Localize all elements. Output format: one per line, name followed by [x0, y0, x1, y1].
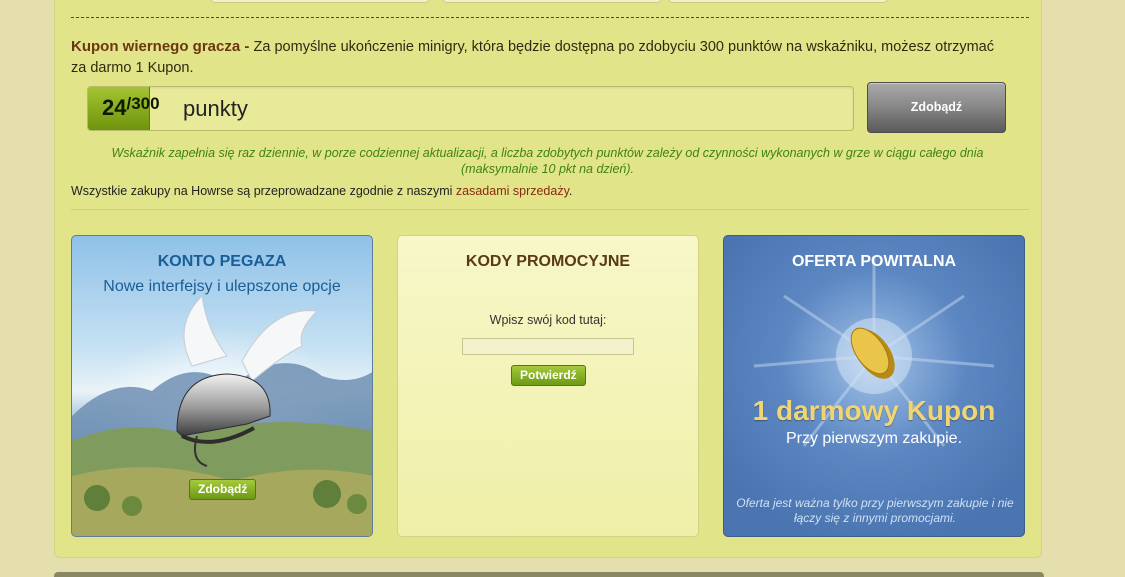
tab-stub-3[interactable]	[668, 0, 888, 3]
sales-terms-prefix: Wszystkie zakupy na Howrse są przeprowad…	[71, 184, 456, 198]
title-separator: -	[240, 38, 254, 55]
points-counter: 24/300	[102, 94, 160, 121]
bottom-panel-edge	[54, 572, 1044, 577]
sales-terms-text: Wszystkie zakupy na Howrse są przeprowad…	[71, 184, 572, 198]
pegasus-card-title: KONTO PEGAZA	[157, 253, 287, 270]
promo-codes-card: KODY PROMOCYJNE Wpisz swój kod tutaj: Po…	[397, 235, 699, 537]
points-current: 24	[102, 95, 127, 120]
loyalty-coupon-title: Kupon wiernego gracza	[71, 38, 241, 55]
sales-terms-link[interactable]: zasadami sprzedaży	[456, 184, 569, 198]
offer-terms-note: Oferta jest ważna tylko przy pierwszym z…	[736, 496, 1014, 525]
section-divider	[71, 209, 1029, 210]
promo-code-label: Wpisz swój kod tutaj:	[489, 313, 607, 327]
promo-code-input[interactable]	[462, 338, 634, 355]
claim-coupon-button[interactable]: Zdobądź	[867, 82, 1006, 133]
pegasus-account-card: KONTO PEGAZA Nowe interfejsy i ulepszone…	[71, 235, 373, 537]
dashed-divider	[71, 17, 1029, 18]
points-unit: punkty	[183, 96, 248, 121]
promo-confirm-button[interactable]: Potwierdź	[511, 365, 586, 386]
sales-terms-end: .	[568, 184, 573, 198]
promo-card-title: KODY PROMOCYJNE	[465, 253, 631, 270]
pegasus-card-subtitle: Nowe interfejsy i ulepszone opcje	[103, 278, 341, 295]
points-max: /300	[126, 94, 160, 113]
welcome-offer-card: OFERTA POWITALNA 1 darmowy Kupon Przy pi…	[723, 235, 1025, 537]
offer-headline: 1 darmowy Kupon	[752, 395, 996, 426]
tab-stub-1[interactable]	[210, 0, 430, 3]
pegasus-get-button[interactable]: Zdobądź	[189, 479, 257, 500]
shop-panel: Kupon wiernego gracza - Za pomyślne ukoń…	[54, 0, 1042, 558]
offer-card-title: OFERTA POWITALNA	[791, 253, 957, 270]
gauge-info-note: Wskaźnik zapełnia się raz dziennie, w po…	[111, 146, 984, 176]
offer-subline: Przy pierwszym zakupie.	[785, 430, 963, 447]
tab-stub-2[interactable]	[442, 0, 662, 3]
coupon-coin-icon	[753, 256, 995, 447]
points-gauge: 24/300 punkty	[87, 86, 854, 131]
loyalty-coupon-description: Kupon wiernego gracza - Za pomyślne ukoń…	[71, 36, 1011, 79]
